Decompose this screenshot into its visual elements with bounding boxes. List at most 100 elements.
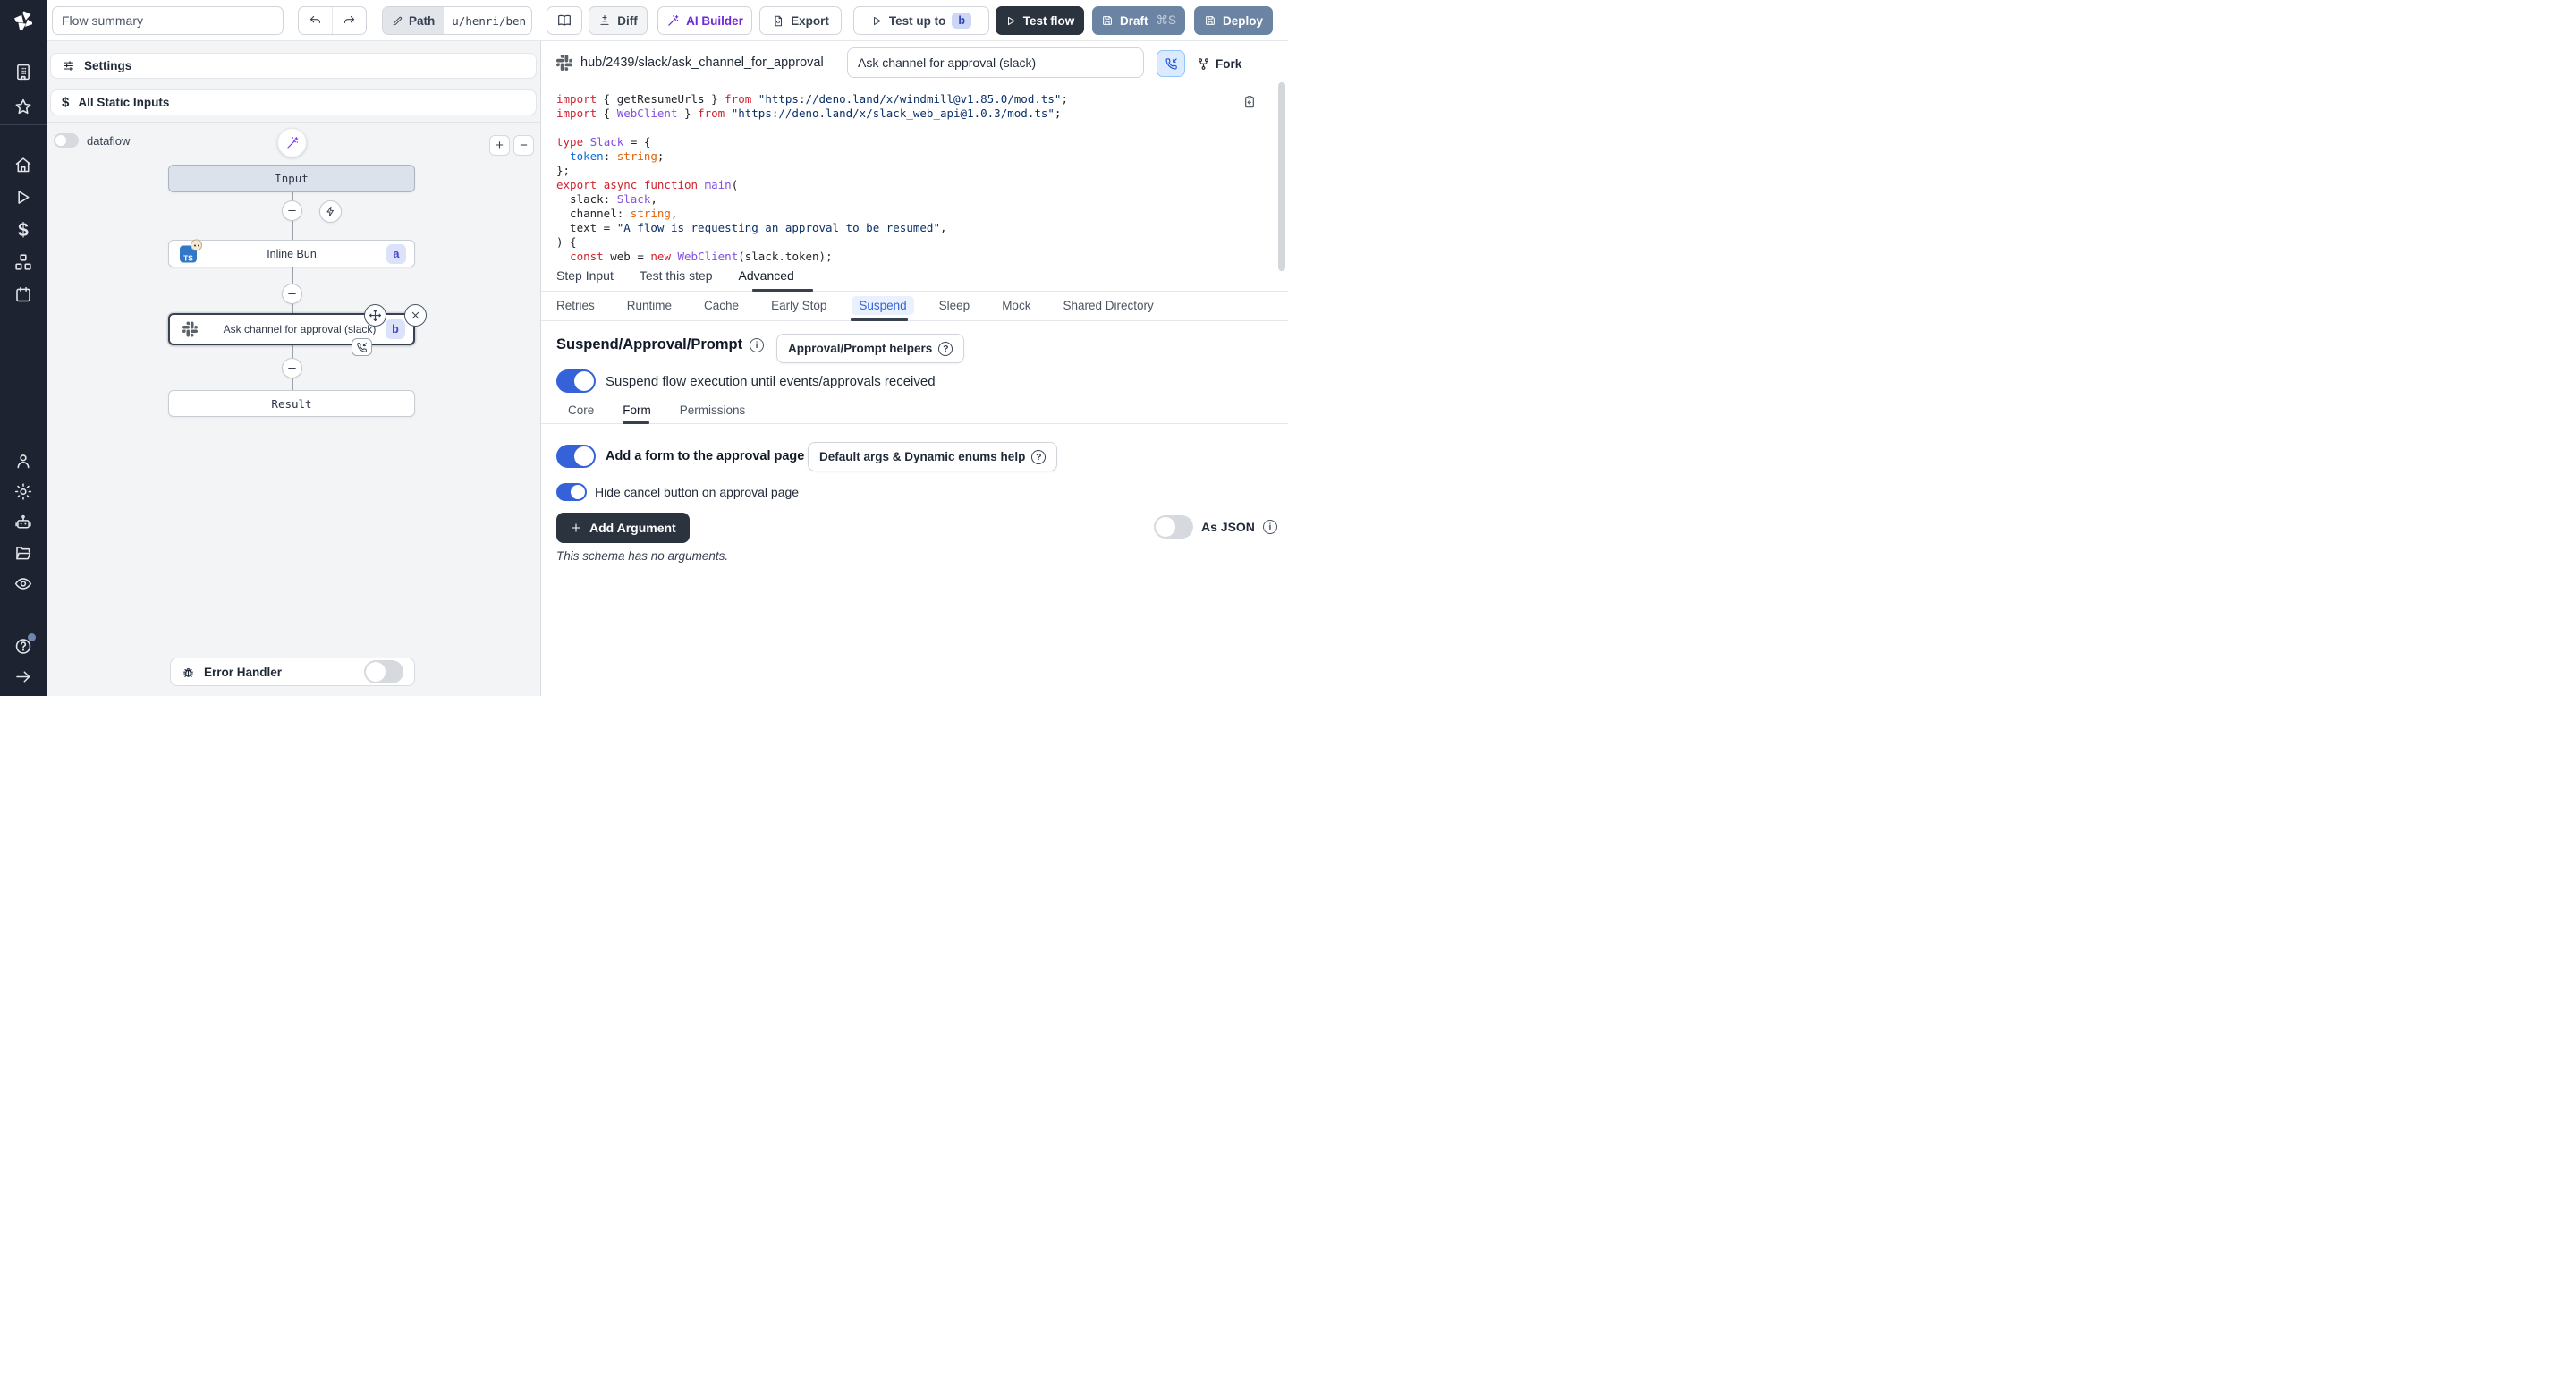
subtab-mock[interactable]: Mock xyxy=(1002,299,1030,312)
error-handler-toggle[interactable] xyxy=(364,660,403,683)
test-flow-button[interactable]: Test flow xyxy=(996,6,1084,35)
help-notification-dot xyxy=(28,633,36,641)
suspend-phone-button[interactable] xyxy=(1157,50,1185,77)
path-label-segment[interactable]: Path xyxy=(383,7,444,34)
path-control[interactable]: Path u/henri/ben xyxy=(382,6,532,35)
as-json-row: As JSON i xyxy=(1154,515,1277,539)
flow-summary-input[interactable]: Flow summary xyxy=(52,6,284,35)
sidebar-divider xyxy=(0,124,47,125)
schedules-calendar-icon[interactable] xyxy=(14,285,33,304)
panel-scrollbar[interactable] xyxy=(1278,82,1285,271)
path-value[interactable]: u/henri/ben xyxy=(444,14,532,28)
resources-icon[interactable] xyxy=(14,253,33,272)
suspend-toggle-label: Suspend flow execution until events/appr… xyxy=(606,374,936,389)
settings-gear-icon[interactable] xyxy=(14,482,33,501)
flow-input-node[interactable]: Input xyxy=(168,165,415,192)
home-icon[interactable] xyxy=(14,156,33,174)
empty-schema-note: This schema has no arguments. xyxy=(556,549,728,563)
undo-button[interactable] xyxy=(299,7,333,34)
sliders-icon xyxy=(62,59,75,72)
question-icon: ? xyxy=(1031,450,1046,464)
tab-permissions[interactable]: Permissions xyxy=(680,403,746,417)
trigger-lightning-button[interactable] xyxy=(319,200,342,223)
subtab-shared-directory[interactable]: Shared Directory xyxy=(1063,299,1153,312)
favorites-star-icon[interactable] xyxy=(14,98,33,116)
tab-advanced[interactable]: Advanced xyxy=(739,268,794,283)
plus-minus-icon xyxy=(598,14,611,27)
hub-path[interactable]: hub/2439/slack/ask_channel_for_approval xyxy=(580,55,824,70)
variables-icon[interactable]: $ xyxy=(14,220,33,239)
dataflow-row: dataflow xyxy=(54,133,130,148)
form-tab-underline xyxy=(623,421,649,424)
move-step-button[interactable] xyxy=(364,304,386,327)
step-title-input[interactable]: Ask channel for approval (slack) xyxy=(847,47,1144,78)
add-argument-button[interactable]: Add Argument xyxy=(556,513,690,543)
flow-panel: Settings $ All Static Inputs dataflow + … xyxy=(47,41,541,696)
clipboard-icon xyxy=(1242,95,1257,109)
advanced-subtabs: Retries Runtime Cache Early Stop Suspend… xyxy=(556,299,1154,312)
tab-step-input[interactable]: Step Input xyxy=(556,268,614,283)
default-args-help-button[interactable]: Default args & Dynamic enums help ? xyxy=(808,442,1057,471)
insert-step-button[interactable] xyxy=(282,358,302,378)
copy-code-button[interactable] xyxy=(1242,95,1257,109)
slack-icon xyxy=(182,322,198,337)
ai-builder-button[interactable]: AI Builder xyxy=(657,6,752,35)
delete-step-button[interactable] xyxy=(404,304,427,327)
code-line: ) { xyxy=(556,235,1236,250)
tab-test-this-step[interactable]: Test this step xyxy=(640,268,713,283)
subtab-cache[interactable]: Cache xyxy=(704,299,739,312)
subtab-sleep[interactable]: Sleep xyxy=(939,299,970,312)
all-static-inputs-card[interactable]: $ All Static Inputs xyxy=(50,89,537,115)
inline-bun-node[interactable]: TS Inline Bun a xyxy=(168,240,415,267)
add-form-row: Add a form to the approval page xyxy=(556,445,804,468)
docs-button[interactable] xyxy=(547,6,582,35)
dataflow-toggle[interactable] xyxy=(54,133,79,148)
zoom-out-button[interactable]: − xyxy=(513,135,534,156)
deploy-button[interactable]: Deploy xyxy=(1194,6,1273,35)
subtab-runtime[interactable]: Runtime xyxy=(627,299,672,312)
workers-robot-icon[interactable] xyxy=(14,514,33,532)
export-button[interactable]: Export xyxy=(759,6,842,35)
step-badge: b xyxy=(952,13,971,29)
folders-icon[interactable] xyxy=(14,544,33,563)
node-badge-b: b xyxy=(386,319,405,339)
approval-prompt-helpers-button[interactable]: Approval/Prompt helpers ? xyxy=(776,334,964,363)
tab-core[interactable]: Core xyxy=(568,403,594,417)
expand-sidebar-arrow-icon[interactable] xyxy=(14,667,33,686)
code-editor[interactable]: import { getResumeUrls } from "https://d… xyxy=(556,92,1236,264)
add-form-toggle[interactable] xyxy=(556,445,596,468)
redo-button[interactable] xyxy=(333,7,367,34)
runs-icon[interactable] xyxy=(14,188,33,207)
test-up-to-button[interactable]: Test up to b xyxy=(853,6,989,35)
info-icon[interactable]: i xyxy=(750,338,764,352)
workspace-icon[interactable] xyxy=(14,63,33,81)
tab-form[interactable]: Form xyxy=(623,403,651,417)
subtab-suspend[interactable]: Suspend xyxy=(852,296,913,315)
step-tabs: Step Input Test this step Advanced xyxy=(556,268,794,283)
suspend-flow-toggle[interactable] xyxy=(556,369,596,393)
error-handler-card[interactable]: Error Handler xyxy=(170,658,415,686)
settings-card[interactable]: Settings xyxy=(50,53,537,79)
hide-cancel-toggle[interactable] xyxy=(556,483,587,501)
graph-divider xyxy=(47,122,541,123)
zoom-in-button[interactable]: + xyxy=(489,135,510,156)
subtabs-border xyxy=(541,320,1288,321)
diff-button[interactable]: Diff xyxy=(589,6,648,35)
subtab-retries[interactable]: Retries xyxy=(556,299,595,312)
audit-eye-icon[interactable] xyxy=(14,574,33,593)
save-icon xyxy=(1204,14,1216,27)
windmill-logo[interactable] xyxy=(12,9,35,32)
subtab-early-stop[interactable]: Early Stop xyxy=(771,299,826,312)
ai-flow-wand-button[interactable] xyxy=(277,128,307,157)
play-icon xyxy=(1005,15,1017,27)
insert-step-button[interactable] xyxy=(282,200,302,221)
users-icon[interactable] xyxy=(14,452,33,471)
info-icon[interactable]: i xyxy=(1263,520,1277,534)
flow-result-node[interactable]: Result xyxy=(168,390,415,417)
typescript-bun-icon: TS xyxy=(180,245,197,262)
as-json-toggle[interactable] xyxy=(1154,515,1193,539)
fork-button[interactable]: Fork xyxy=(1197,50,1241,77)
insert-step-button[interactable] xyxy=(282,284,302,304)
draft-button[interactable]: Draft ⌘S xyxy=(1092,6,1185,35)
suspend-inner-tabs: Core Form Permissions xyxy=(568,403,745,417)
